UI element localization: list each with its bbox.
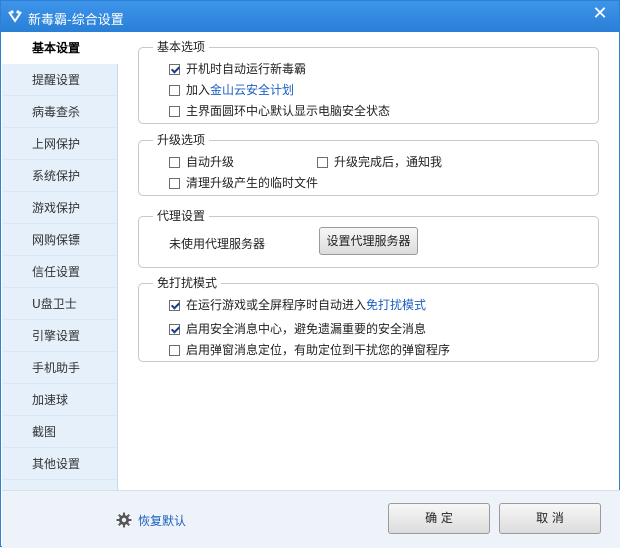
game-mode-checkbox[interactable] — [169, 300, 180, 311]
autostart-label: 开机时自动运行新毒霸 — [186, 62, 307, 76]
proxy-settings-title: 代理设置 — [153, 208, 210, 224]
window-title: 新毒霸-综合设置 — [28, 13, 124, 28]
restore-defaults-link[interactable]: 恢复默认 — [116, 512, 186, 528]
autostart-checkbox[interactable] — [169, 64, 180, 75]
cloud-plan-label: 加入 — [186, 83, 211, 97]
sidebar-item-other[interactable]: 其他设置 — [2, 448, 117, 480]
sidebar-item-trust[interactable]: 信任设置 — [2, 256, 117, 288]
auto-upgrade-label: 自动升级 — [186, 155, 235, 169]
sidebar-item-reminder[interactable]: 提醒设置 — [2, 64, 117, 96]
upgrade-notify-option: 升级完成后，通知我 — [317, 154, 442, 170]
sidebar-item-usb-guard[interactable]: U盘卫士 — [2, 288, 117, 320]
upgrade-notify-label: 升级完成后，通知我 — [334, 155, 443, 169]
upgrade-notify-checkbox[interactable] — [317, 157, 328, 168]
default-status-label: 主界面圆环中心默认显示电脑安全状态 — [186, 104, 391, 118]
no-disturb-group: 免打扰模式 在运行游戏或全屏程序时自动进入免打扰模式 启用安全消息中心，避免遗漏… — [138, 275, 599, 362]
sidebar-item-speed-ball[interactable]: 加速球 — [2, 384, 117, 416]
game-mode-label: 在运行游戏或全屏程序时自动进入 — [186, 298, 367, 312]
gear-icon — [116, 512, 132, 528]
security-msg-label: 启用安全消息中心，避免遗漏重要的安全消息 — [186, 322, 427, 336]
sidebar-item-phone-assistant[interactable]: 手机助手 — [2, 352, 117, 384]
sidebar-item-screenshot[interactable]: 截图 — [2, 416, 117, 448]
set-proxy-button[interactable]: 设置代理服务器 — [319, 227, 418, 255]
upgrade-options-title: 升级选项 — [153, 132, 210, 148]
settings-window: 新毒霸-综合设置 ✕ 基本设置 提醒设置 病毒查杀 上网保护 系统保护 游戏保护… — [0, 0, 620, 548]
sidebar-item-basic[interactable]: 基本设置 — [2, 32, 118, 64]
popup-locate-checkbox[interactable] — [169, 345, 180, 356]
game-mode-option: 在运行游戏或全屏程序时自动进入免打扰模式 — [169, 297, 426, 313]
upgrade-options-group: 升级选项 自动升级 升级完成后，通知我 清理升级产生的临时文件 — [138, 132, 599, 196]
sidebar-item-game-protection[interactable]: 游戏保护 — [2, 192, 117, 224]
proxy-status-text: 未使用代理服务器 — [169, 237, 266, 251]
auto-upgrade-checkbox[interactable] — [169, 157, 180, 168]
ok-button[interactable]: 确 定 — [388, 503, 490, 534]
sidebar-item-shopping-guard[interactable]: 网购保镖 — [2, 224, 117, 256]
popup-locate-label: 启用弹窗消息定位，有助定位到干扰您的弹窗程序 — [186, 343, 451, 357]
cleanup-temp-checkbox[interactable] — [169, 178, 180, 189]
basic-options-title: 基本选项 — [153, 39, 210, 55]
no-disturb-title: 免打扰模式 — [153, 275, 222, 291]
dialog-footer: 恢复默认 确 定 取 消 — [2, 490, 620, 548]
close-button[interactable]: ✕ — [587, 3, 613, 25]
cloud-plan-link[interactable]: 金山云安全计划 — [210, 83, 294, 97]
duba-logo-icon — [8, 10, 22, 23]
sidebar-item-web-protection[interactable]: 上网保护 — [2, 128, 117, 160]
security-msg-checkbox[interactable] — [169, 324, 180, 335]
default-status-checkbox[interactable] — [169, 106, 180, 117]
sidebar-item-engine[interactable]: 引擎设置 — [2, 320, 117, 352]
restore-defaults-label: 恢复默认 — [138, 514, 187, 528]
settings-content: 基本选项 开机时自动运行新毒霸 加入金山云安全计划 主界面圆环中心默认显示电脑安… — [118, 32, 619, 490]
popup-locate-option: 启用弹窗消息定位，有助定位到干扰您的弹窗程序 — [169, 342, 450, 358]
auto-upgrade-option: 自动升级 — [169, 154, 234, 170]
cloud-plan-checkbox[interactable] — [169, 85, 180, 96]
default-status-option: 主界面圆环中心默认显示电脑安全状态 — [169, 103, 390, 119]
autostart-option: 开机时自动运行新毒霸 — [169, 61, 306, 77]
cloud-plan-option: 加入金山云安全计划 — [169, 82, 294, 98]
sidebar-item-virus-scan[interactable]: 病毒查杀 — [2, 96, 117, 128]
cleanup-temp-label: 清理升级产生的临时文件 — [186, 176, 319, 190]
basic-options-group: 基本选项 开机时自动运行新毒霸 加入金山云安全计划 主界面圆环中心默认显示电脑安… — [138, 39, 599, 124]
no-disturb-link[interactable]: 免打扰模式 — [366, 298, 426, 312]
cancel-button[interactable]: 取 消 — [499, 503, 601, 534]
close-icon: ✕ — [592, 3, 608, 24]
cleanup-temp-option: 清理升级产生的临时文件 — [169, 175, 318, 191]
settings-sidebar: 基本设置 提醒设置 病毒查杀 上网保护 系统保护 游戏保护 网购保镖 信任设置 … — [2, 32, 118, 490]
title-bar: 新毒霸-综合设置 ✕ — [1, 1, 619, 32]
sidebar-item-system-protection[interactable]: 系统保护 — [2, 160, 117, 192]
proxy-settings-group: 代理设置 未使用代理服务器 设置代理服务器 — [138, 208, 599, 268]
security-msg-option: 启用安全消息中心，避免遗漏重要的安全消息 — [169, 321, 426, 337]
